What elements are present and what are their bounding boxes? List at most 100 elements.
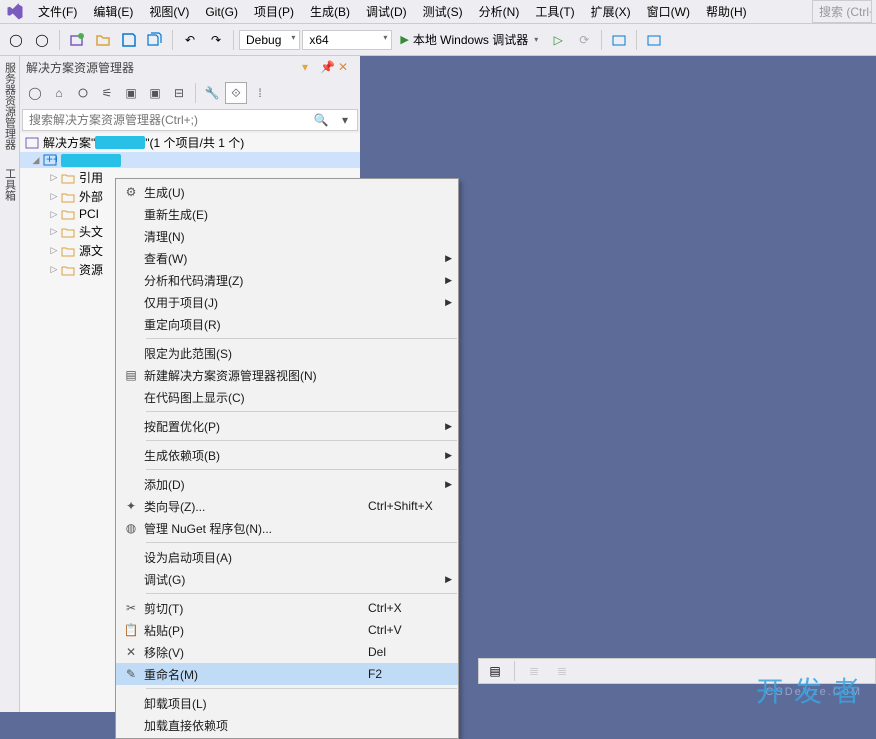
indent-less-icon[interactable]: ≣ [522, 659, 546, 683]
redo-button[interactable]: ↷ [204, 28, 228, 52]
menu-item[interactable]: 设为启动项目(A) [116, 546, 458, 568]
menu-file[interactable]: 文件(F) [30, 0, 85, 23]
nav-fwd-button[interactable]: ◯ [30, 28, 54, 52]
toolbar-btn-b[interactable] [642, 28, 666, 52]
dropdown-icon[interactable]: ▾ [302, 60, 318, 76]
menu-test[interactable]: 测试(S) [415, 0, 471, 23]
menu-item[interactable]: ✂ 剪切(T) Ctrl+X [116, 597, 458, 619]
menu-item[interactable]: 重定向项目(R) [116, 313, 458, 335]
folder-icon [60, 244, 76, 258]
expander-icon[interactable]: ▷ [48, 245, 60, 256]
menu-item[interactable]: 分析和代码清理(Z) ▶ [116, 269, 458, 291]
menu-help[interactable]: 帮助(H) [698, 0, 755, 23]
menu-item[interactable]: ✦ 类向导(Z)... Ctrl+Shift+X [116, 495, 458, 517]
menu-build[interactable]: 生成(B) [302, 0, 358, 23]
wrench-icon[interactable]: 🔧 [201, 82, 223, 104]
menu-item[interactable]: 清理(N) [116, 225, 458, 247]
menu-item[interactable]: 加载直接依赖项 [116, 714, 458, 736]
menu-label: 清理(N) [144, 228, 368, 245]
expander-icon[interactable]: ▷ [48, 264, 60, 275]
toolbar-btn-a[interactable] [607, 28, 631, 52]
start-debug-button[interactable]: ▶ 本地 Windows 调试器 ▾ [394, 29, 544, 50]
open-button[interactable] [91, 28, 115, 52]
search-icon[interactable]: 🔍 [309, 110, 333, 130]
tree-label: 源文 [79, 242, 103, 259]
menu-separator [146, 411, 457, 412]
home-icon[interactable]: ⌂ [48, 82, 70, 104]
menu-item[interactable]: ✎ 重命名(M) F2 [116, 663, 458, 685]
menu-item[interactable]: 生成依赖项(B) ▶ [116, 444, 458, 466]
menu-item[interactable]: 限定为此范围(S) [116, 342, 458, 364]
tree-label: 资源 [79, 261, 103, 278]
menu-label: 管理 NuGet 程序包(N)... [144, 520, 368, 537]
menu-item[interactable]: 在代码图上显示(C) [116, 386, 458, 408]
nav-back-button[interactable]: ◯ [4, 28, 28, 52]
menu-item[interactable]: ▤ 新建解决方案资源管理器视图(N) [116, 364, 458, 386]
new-project-button[interactable] [65, 28, 89, 52]
back-icon[interactable]: ◯ [24, 82, 46, 104]
menu-git[interactable]: Git(G) [197, 2, 246, 22]
nuget-icon: ◍ [118, 521, 144, 535]
search-dd-icon[interactable]: ▾ [333, 110, 357, 130]
menu-label: 生成(U) [144, 184, 368, 201]
menu-extensions[interactable]: 扩展(X) [583, 0, 639, 23]
menu-view[interactable]: 视图(V) [141, 0, 197, 23]
menu-debug[interactable]: 调试(D) [358, 0, 415, 23]
save-button[interactable] [117, 28, 141, 52]
menu-label: 重命名(M) [144, 666, 368, 683]
project-node[interactable]: ◢ ++ [20, 152, 360, 168]
props-icon[interactable]: ⁞ [249, 82, 271, 104]
collapse-icon[interactable]: ⊟ [168, 82, 190, 104]
menu-window[interactable]: 窗口(W) [639, 0, 698, 23]
undo-button[interactable]: ↶ [178, 28, 202, 52]
redacted [95, 136, 145, 149]
menu-item[interactable]: 添加(D) ▶ [116, 473, 458, 495]
start-nodebug-button[interactable]: ▷ [546, 28, 570, 52]
main-toolbar: ◯ ◯ ↶ ↷ Debug x64 ▶ 本地 Windows 调试器 ▾ ▷ ⟳ [0, 24, 876, 56]
refresh-icon[interactable]: ▣ [144, 82, 166, 104]
toolbox-tab[interactable]: 工具箱 [2, 168, 18, 201]
server-explorer-tab[interactable]: 服务器资源管理器 [2, 62, 18, 150]
menu-item[interactable]: ✕ 移除(V) Del [116, 641, 458, 663]
menu-label: 按配置优化(P) [144, 418, 368, 435]
quick-search-input[interactable]: 搜索 (Ctrl+ [812, 0, 872, 23]
expander-icon[interactable]: ◢ [30, 155, 42, 166]
menu-label: 添加(D) [144, 476, 368, 493]
submenu-arrow-icon: ▶ [445, 574, 452, 585]
menu-item[interactable]: 调试(G) ▶ [116, 568, 458, 590]
menu-item[interactable]: 重新生成(E) [116, 203, 458, 225]
showall-icon[interactable]: ▣ [120, 82, 142, 104]
menu-project[interactable]: 项目(P) [246, 0, 302, 23]
menu-item[interactable]: 仅用于项目(J) ▶ [116, 291, 458, 313]
menu-label: 在代码图上显示(C) [144, 389, 368, 406]
expander-icon[interactable]: ▷ [48, 226, 60, 237]
bt-icon[interactable]: ▤ [483, 659, 507, 683]
menu-item[interactable]: 查看(W) ▶ [116, 247, 458, 269]
project-icon: ++ [42, 153, 58, 167]
menu-item[interactable]: 卸载项目(L) [116, 692, 458, 714]
sync-icon[interactable] [72, 82, 94, 104]
config-combo[interactable]: Debug [239, 30, 300, 50]
menu-item[interactable]: ◍ 管理 NuGet 程序包(N)... [116, 517, 458, 539]
menu-tools[interactable]: 工具(T) [527, 0, 582, 23]
preview-icon[interactable]: ⟐ [225, 82, 247, 104]
expander-icon[interactable]: ▷ [48, 191, 60, 202]
menu-label: 重新生成(E) [144, 206, 368, 223]
watermark-big: 开发者 [756, 670, 870, 710]
menu-analyze[interactable]: 分析(N) [471, 0, 528, 23]
menu-item[interactable]: 按配置优化(P) ▶ [116, 415, 458, 437]
menu-edit[interactable]: 编辑(E) [85, 0, 141, 23]
expander-icon[interactable]: ▷ [48, 172, 60, 183]
indent-more-icon[interactable]: ≣ [550, 659, 574, 683]
menu-item[interactable]: 📋 粘贴(P) Ctrl+V [116, 619, 458, 641]
platform-combo[interactable]: x64 [302, 30, 392, 50]
close-icon[interactable]: ✕ [338, 60, 354, 76]
solution-node[interactable]: 解决方案""(1 个项目/共 1 个) [20, 133, 360, 152]
panel-search-input[interactable] [23, 110, 309, 130]
filter-icon[interactable]: ⚟ [96, 82, 118, 104]
lifecycle-button[interactable]: ⟳ [572, 28, 596, 52]
pin-icon[interactable]: 📌 [320, 60, 336, 76]
expander-icon[interactable]: ▷ [48, 209, 60, 220]
save-all-button[interactable] [143, 28, 167, 52]
menu-item[interactable]: ⚙ 生成(U) [116, 181, 458, 203]
